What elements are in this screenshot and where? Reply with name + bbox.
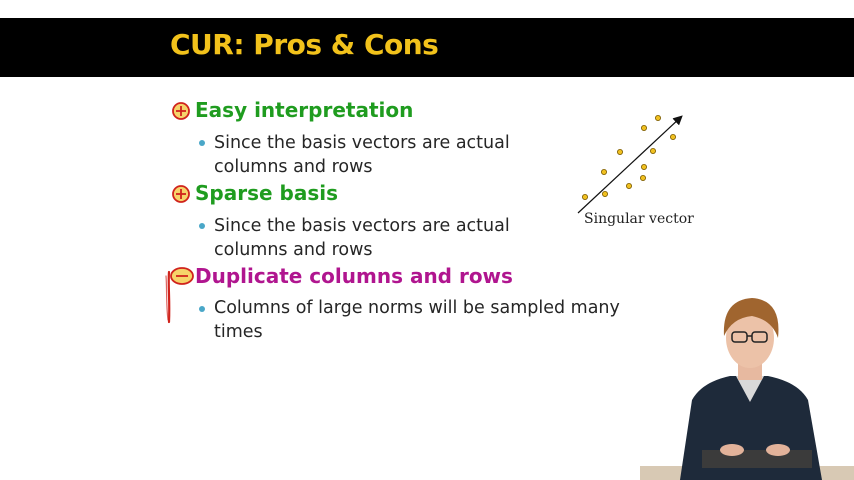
scatter-point: [670, 133, 677, 140]
plus-circle-icon: [172, 185, 190, 203]
scatter-point: [655, 115, 662, 121]
section-heading-sparse-basis: Sparse basis: [195, 181, 338, 205]
bullet-line: columns and rows: [214, 240, 373, 260]
slide-title: CUR: Pros & Cons: [170, 28, 439, 61]
singular-vector-arrow: [577, 115, 683, 214]
bullet-line: Since the basis vectors are actual: [214, 133, 510, 153]
top-margin: [0, 0, 854, 18]
bullet-line: columns and rows: [214, 157, 373, 177]
scatter-point: [640, 175, 647, 182]
bullet-line: times: [214, 322, 263, 342]
title-bar: CUR: Pros & Cons: [0, 18, 854, 77]
section-heading-easy-interpretation: Easy interpretation: [195, 98, 414, 122]
scatter-point: [641, 164, 648, 171]
bullet-dot: [199, 306, 205, 312]
scatter-point: [626, 183, 633, 190]
scatter-point: [582, 194, 588, 201]
bullet-line: Since the basis vectors are actual: [214, 216, 510, 236]
bullet-dot: [199, 140, 205, 146]
presenter-video: [640, 298, 854, 480]
scatter-point: [600, 169, 607, 176]
ink-annotation-stroke: [165, 270, 171, 324]
scatter-point: [650, 148, 657, 155]
bullet-line: Columns of large norms will be sampled m…: [214, 298, 620, 318]
bullet-dot: [199, 223, 205, 229]
figure-caption: Singular vector: [584, 211, 694, 227]
plus-circle-icon: [172, 102, 190, 120]
scatter-points: [582, 115, 677, 201]
section-heading-duplicate-columns: Duplicate columns and rows: [195, 264, 513, 288]
scatter-point: [641, 124, 648, 131]
scatter-point: [617, 149, 624, 156]
scatter-point: [601, 191, 608, 198]
